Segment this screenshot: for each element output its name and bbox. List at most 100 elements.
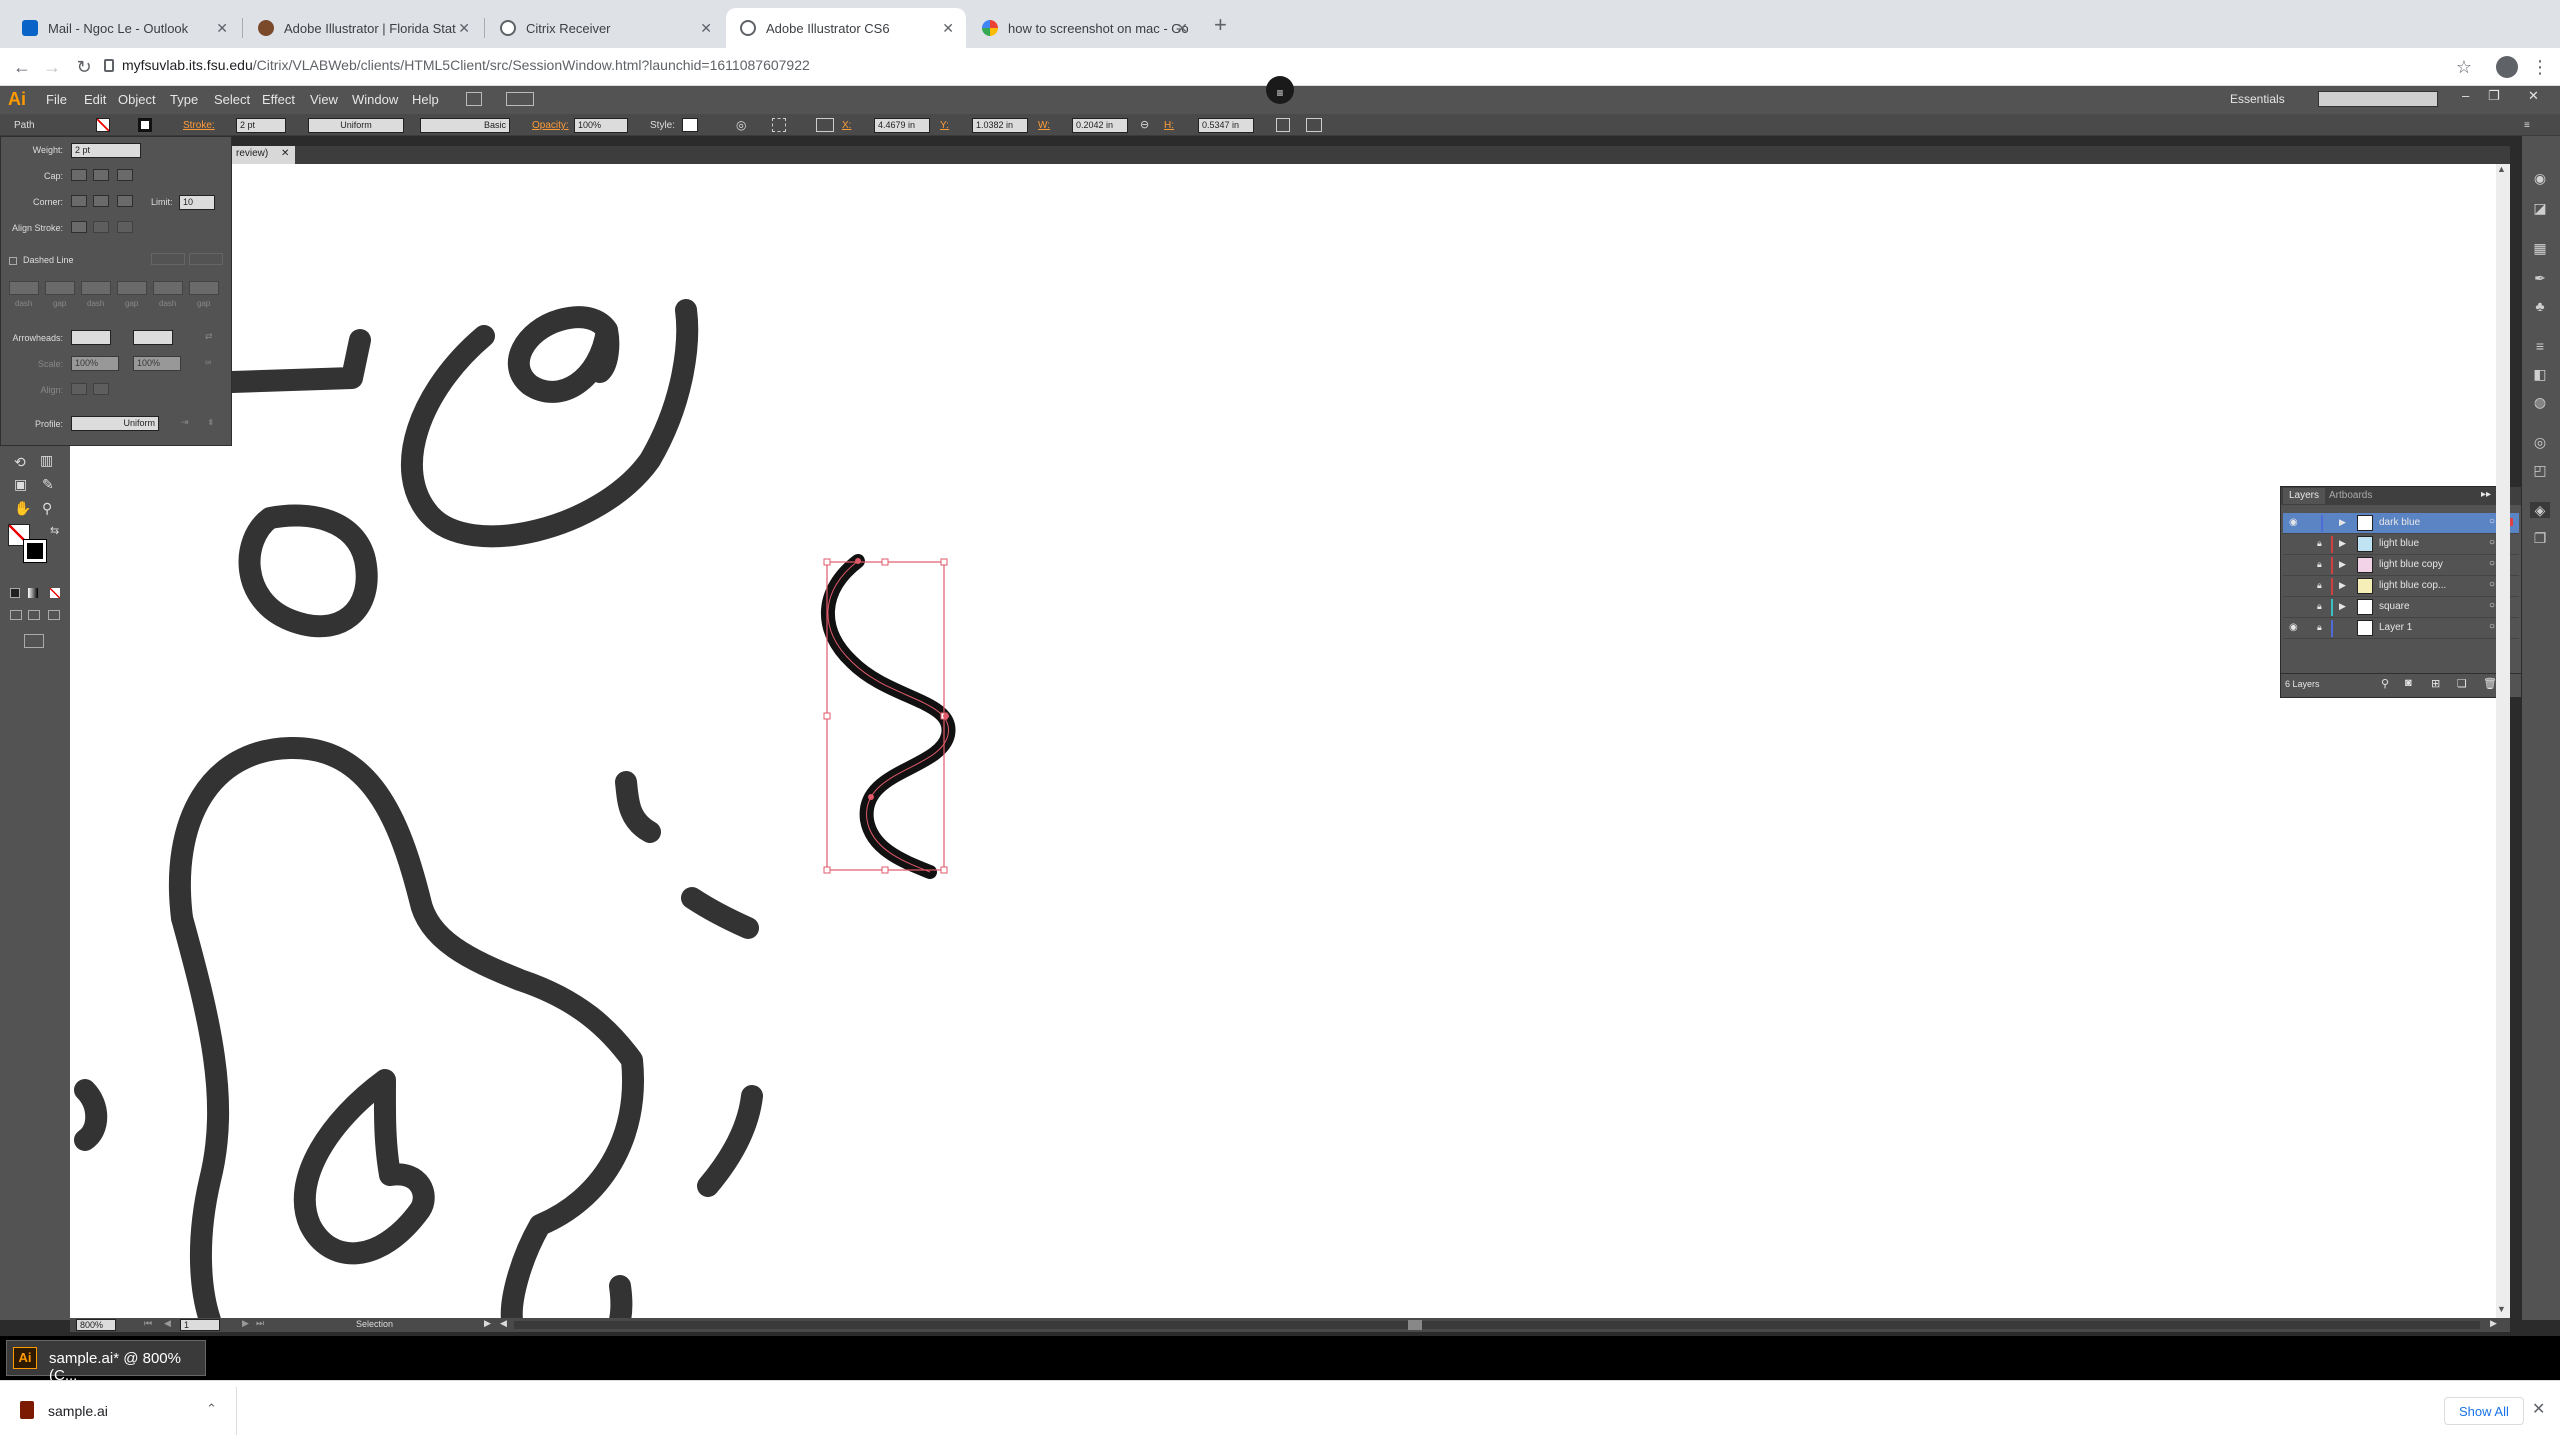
vertical-scrollbar[interactable] xyxy=(2496,164,2510,1318)
color-mode-icon[interactable] xyxy=(10,588,20,598)
flip-across-icon[interactable]: ⇟ xyxy=(207,417,215,428)
close-window-icon[interactable]: ✕ xyxy=(2528,88,2539,104)
layer-row-light-blue[interactable]: 🔒︎ ▶ light blue ○ xyxy=(2283,534,2519,555)
close-tab-icon[interactable]: ✕ xyxy=(942,20,954,37)
zoom-tool-icon[interactable]: ⚲ xyxy=(42,500,52,517)
bookmark-star-icon[interactable]: ☆ xyxy=(2452,55,2476,79)
layer-name[interactable]: light blue xyxy=(2379,538,2419,549)
menu-select[interactable]: Select xyxy=(214,92,250,107)
gap-field[interactable] xyxy=(45,281,75,295)
target-circle-icon[interactable]: ○ xyxy=(2489,558,2495,569)
tab-citrix[interactable]: Citrix Receiver ✕ xyxy=(486,8,724,48)
forward-icon[interactable]: → xyxy=(40,55,64,79)
projecting-cap-icon[interactable] xyxy=(117,169,133,181)
close-tab-icon[interactable]: ✕ xyxy=(700,20,712,37)
artboard-tool-icon[interactable]: ▣ xyxy=(14,476,27,493)
back-icon[interactable]: ← xyxy=(10,55,34,79)
graphic-styles-icon[interactable]: ◰ xyxy=(2530,462,2550,478)
scroll-left-icon[interactable]: ◀ xyxy=(500,1318,507,1329)
profile-select[interactable]: Uniform xyxy=(71,416,159,431)
draw-inside-icon[interactable] xyxy=(48,610,60,620)
layers-tab[interactable]: Layers xyxy=(2283,488,2326,504)
color-guide-icon[interactable]: ◉ xyxy=(2530,170,2550,186)
restore-icon[interactable]: ❐ xyxy=(2488,88,2500,104)
target-circle-icon[interactable]: ○ xyxy=(2489,621,2495,632)
make-clipping-mask-icon[interactable]: ◙ xyxy=(2405,677,2412,689)
layer-name[interactable]: Layer 1 xyxy=(2379,622,2412,633)
round-join-icon[interactable] xyxy=(93,195,109,207)
arrow-tip-beyond-icon[interactable] xyxy=(71,383,87,395)
menu-file[interactable]: File xyxy=(46,92,67,107)
gradient-icon[interactable]: ◧ xyxy=(2530,366,2550,382)
expand-arrow-icon[interactable]: ▶ xyxy=(2339,559,2346,570)
menu-effect[interactable]: Effect xyxy=(262,92,295,107)
menu-window[interactable]: Window xyxy=(352,92,398,107)
align-outside-icon[interactable] xyxy=(117,221,133,233)
x-field[interactable]: 4.4679 in xyxy=(874,118,930,133)
round-cap-icon[interactable] xyxy=(93,169,109,181)
target-circle-icon[interactable]: ○ xyxy=(2489,537,2495,548)
brushes-icon[interactable]: ✒ xyxy=(2530,270,2550,286)
opacity-field[interactable]: 100% xyxy=(574,118,628,133)
menu-type[interactable]: Type xyxy=(170,92,198,107)
last-artboard-icon[interactable]: ⏭ xyxy=(256,1318,264,1329)
stroke-swatch[interactable] xyxy=(138,118,152,132)
new-tab-icon[interactable]: + xyxy=(1214,12,1227,38)
align-inside-icon[interactable] xyxy=(93,221,109,233)
gap-field[interactable] xyxy=(189,281,219,295)
scroll-up-icon[interactable]: ▲ xyxy=(2497,164,2506,174)
layer-name[interactable]: square xyxy=(2379,601,2410,612)
gradient-mode-icon[interactable] xyxy=(28,588,38,598)
layer-name[interactable]: dark blue xyxy=(2379,517,2420,528)
arrow-tip-at-end-icon[interactable] xyxy=(93,383,109,395)
stroke-label[interactable]: Stroke: xyxy=(183,118,215,133)
dash-field[interactable] xyxy=(81,281,111,295)
scroll-right-icon[interactable]: ▶ xyxy=(2490,1318,2497,1329)
stroke-color-icon[interactable] xyxy=(23,539,47,563)
chevron-up-icon[interactable]: ⌃ xyxy=(206,1401,217,1417)
first-artboard-icon[interactable]: ⏮ xyxy=(144,1318,152,1329)
browser-menu-icon[interactable]: ⋮ xyxy=(2528,55,2552,79)
target-circle-icon[interactable]: ○ xyxy=(2489,579,2495,590)
close-tab-icon[interactable]: ✕ xyxy=(458,20,470,37)
swatches-icon[interactable]: ▦ xyxy=(2530,240,2550,256)
expand-arrow-icon[interactable]: ▶ xyxy=(2339,601,2346,612)
stroke-weight-field[interactable]: 2 pt xyxy=(236,118,286,133)
layer-row-light-blue-copy[interactable]: 🔒︎ ▶ light blue copy ○ xyxy=(2283,555,2519,576)
collapse-panel-icon[interactable]: ▸▸ xyxy=(2481,489,2491,500)
align-to-icon[interactable] xyxy=(772,118,786,132)
fill-swatch[interactable] xyxy=(96,118,110,132)
tab-google-search[interactable]: how to screenshot on mac - Go ✕ xyxy=(968,8,1200,48)
minimize-icon[interactable]: – xyxy=(2462,88,2469,103)
layer-name[interactable]: light blue copy xyxy=(2379,559,2443,570)
search-help-input[interactable] xyxy=(2318,91,2438,107)
artboard-number-field[interactable]: 1 xyxy=(180,1319,220,1331)
tab-illustrator-cs6[interactable]: Adobe Illustrator CS6 ✕ xyxy=(726,8,966,48)
transparency-icon[interactable]: ◍ xyxy=(2530,394,2550,410)
layer-row-light-blue-copy-2[interactable]: 🔒︎ ▶ light blue cop... ○ xyxy=(2283,576,2519,597)
download-item[interactable]: sample.ai ⌃ xyxy=(10,1387,236,1435)
menu-help[interactable]: Help xyxy=(412,92,439,107)
opacity-label[interactable]: Opacity: xyxy=(532,118,569,133)
graphic-style-swatch[interactable] xyxy=(682,118,698,132)
locate-object-icon[interactable]: ⚲ xyxy=(2381,677,2389,690)
menu-object[interactable]: Object xyxy=(118,92,156,107)
flip-along-icon[interactable]: ⇥ xyxy=(181,417,189,428)
previous-artboard-icon[interactable]: ◀ xyxy=(164,1318,171,1329)
new-sublayer-icon[interactable]: ⊞ xyxy=(2431,677,2440,690)
h-field[interactable]: 0.5347 in xyxy=(1198,118,1254,133)
lock-icon[interactable]: 🔒︎ xyxy=(2317,601,2322,612)
panel-menu-icon[interactable]: ≡ xyxy=(2524,118,2530,133)
expand-arrow-icon[interactable]: ▶ xyxy=(2339,517,2346,528)
end-arrowhead-select[interactable] xyxy=(133,330,173,345)
visibility-eye-icon[interactable]: ◉ xyxy=(2289,517,2298,528)
dashed-line-checkbox[interactable] xyxy=(9,257,17,265)
dash-align-icon[interactable] xyxy=(189,253,223,265)
limit-field[interactable]: 10 xyxy=(179,195,215,210)
slice-tool-icon[interactable]: ✎ xyxy=(42,476,54,493)
layer-row-layer-1[interactable]: ◉ 🔒︎ Layer 1 ○ xyxy=(2283,618,2519,639)
brush-definition[interactable]: Basic xyxy=(420,118,510,133)
scroll-down-icon[interactable]: ▼ xyxy=(2497,1304,2506,1314)
transform-icon[interactable] xyxy=(1276,118,1290,132)
none-mode-icon[interactable] xyxy=(50,588,60,598)
